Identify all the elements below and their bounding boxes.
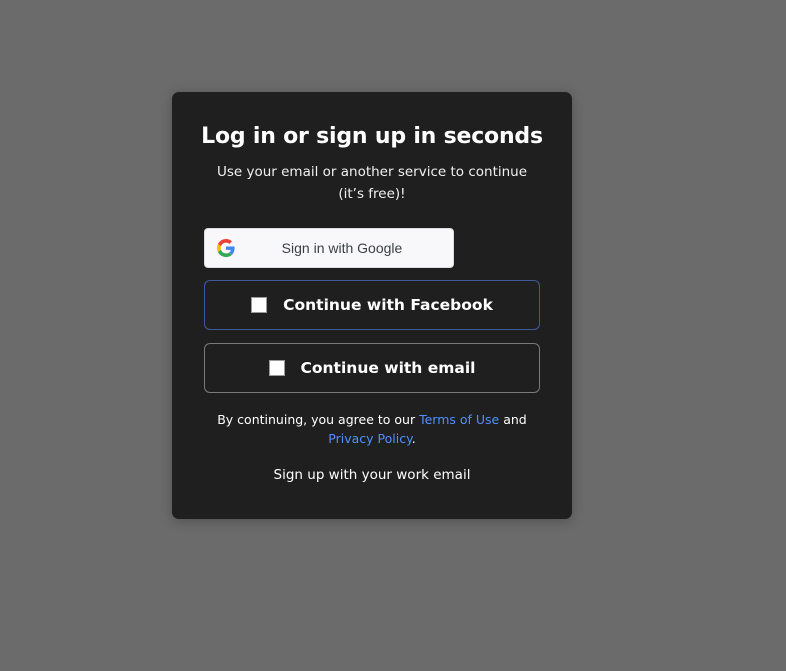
continue-with-facebook-button[interactable]: Continue with Facebook [204, 280, 540, 330]
google-sign-in-button[interactable]: Sign in with Google [204, 228, 454, 268]
broken-image-icon [251, 297, 268, 313]
google-button-label: Sign in with Google [281, 240, 403, 256]
broken-image-icon [268, 360, 285, 376]
legal-prefix: By continuing, you agree to our [217, 412, 420, 427]
continue-with-email-button[interactable]: Continue with email [204, 343, 540, 393]
legal-suffix: . [411, 431, 416, 446]
work-email-signup-link[interactable]: Sign up with your work email [172, 467, 572, 483]
modal-subtitle: Use your email or another service to con… [216, 164, 528, 202]
facebook-button-label: Continue with Facebook [283, 296, 493, 314]
privacy-policy-link[interactable]: Privacy Policy [328, 431, 411, 446]
terms-of-use-link[interactable]: Terms of Use [419, 412, 499, 427]
legal-notice: By continuing, you agree to our Terms of… [204, 410, 540, 448]
auth-modal: Log in or sign up in seconds Use your em… [172, 92, 572, 519]
modal-title: Log in or sign up in seconds [201, 124, 543, 149]
legal-and: and [499, 412, 527, 427]
email-button-label: Continue with email [300, 359, 476, 377]
